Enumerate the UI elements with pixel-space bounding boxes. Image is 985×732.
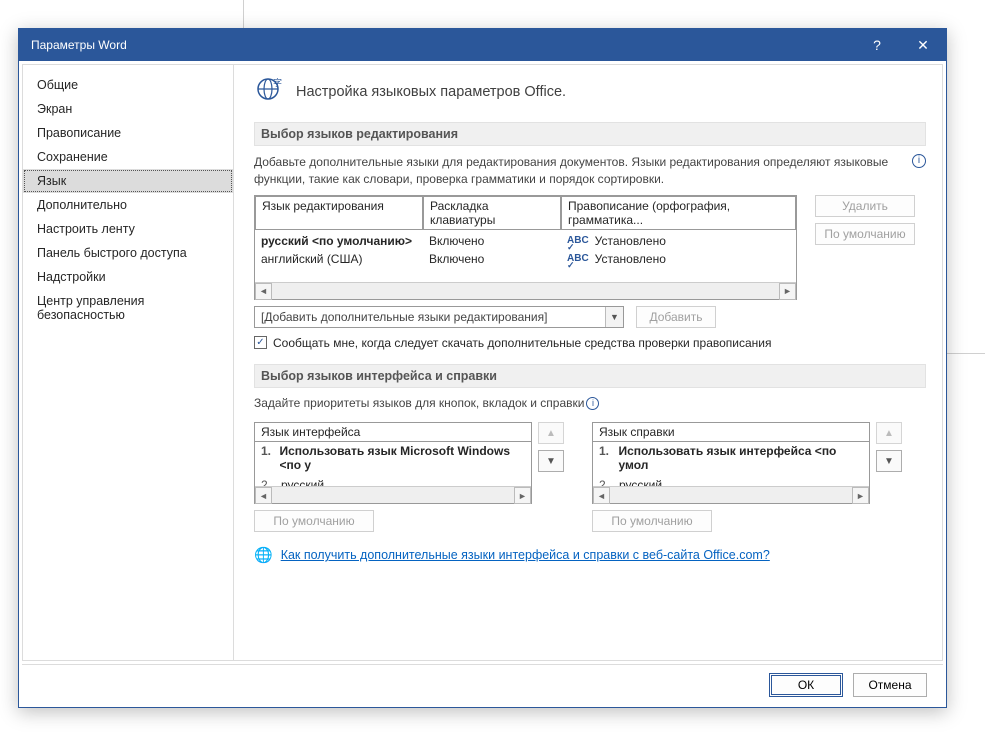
sidebar-item-display[interactable]: Экран: [23, 97, 233, 121]
move-up-button[interactable]: ▲: [876, 422, 902, 444]
section-ui-desc: Задайте приоритеты языков для кнопок, вк…: [254, 396, 926, 410]
ok-button[interactable]: ОК: [769, 673, 843, 697]
table-scrollbar[interactable]: ◄ ►: [255, 282, 796, 299]
checkbox-checked-icon[interactable]: ✓: [254, 336, 267, 349]
move-down-button[interactable]: ▼: [538, 450, 564, 472]
table-row[interactable]: английский (США) Включено ABCУстановлено: [255, 248, 796, 266]
sidebar-item-qat[interactable]: Панель быстрого доступа: [23, 241, 233, 265]
word-options-dialog: Параметры Word ? ✕ Общие Экран Правописа…: [18, 28, 947, 708]
delete-language-button[interactable]: Удалить: [815, 195, 915, 217]
table-header-keyboard: Раскладка клавиатуры: [423, 196, 561, 230]
close-button[interactable]: ✕: [900, 29, 946, 61]
scroll-right-icon[interactable]: ►: [514, 487, 531, 504]
scroll-left-icon[interactable]: ◄: [255, 487, 272, 504]
add-language-dropdown[interactable]: [Добавить дополнительные языки редактиро…: [254, 306, 624, 328]
category-sidebar: Общие Экран Правописание Сохранение Язык…: [23, 65, 234, 660]
sidebar-item-save[interactable]: Сохранение: [23, 145, 233, 169]
checkbox-label: Сообщать мне, когда следует скачать допо…: [273, 336, 772, 350]
move-up-button[interactable]: ▲: [538, 422, 564, 444]
list-item[interactable]: 1.Использовать язык Microsoft Windows <п…: [255, 441, 531, 475]
sidebar-item-language[interactable]: Язык: [23, 169, 233, 193]
cancel-button[interactable]: Отмена: [853, 673, 927, 697]
scroll-left-icon[interactable]: ◄: [255, 283, 272, 300]
chevron-down-icon[interactable]: ▼: [605, 307, 623, 327]
table-header-lang: Язык редактирования: [255, 196, 423, 230]
help-language-listbox[interactable]: Язык справки 1.Использовать язык интерфе…: [592, 422, 870, 504]
set-default-button[interactable]: По умолчанию: [815, 223, 915, 245]
ui-default-button[interactable]: По умолчанию: [254, 510, 374, 532]
table-row[interactable]: русский <по умолчанию> Включено ABCУстан…: [255, 230, 796, 248]
table-header-proofing: Правописание (орфография, грамматика...: [561, 196, 796, 230]
svg-text:字: 字: [273, 77, 282, 88]
info-icon[interactable]: i: [912, 154, 926, 168]
ui-language-listbox[interactable]: Язык интерфейса 1.Использовать язык Micr…: [254, 422, 532, 504]
sidebar-item-advanced[interactable]: Дополнительно: [23, 193, 233, 217]
window-title: Параметры Word: [31, 38, 127, 52]
globe-icon: 🌐: [254, 546, 273, 564]
spellcheck-icon: ABC: [567, 235, 589, 246]
section-editing-desc: Добавьте дополнительные языки для редакт…: [254, 154, 926, 189]
list-item[interactable]: 1.Использовать язык интерфейса <по умол: [593, 441, 869, 475]
move-down-button[interactable]: ▼: [876, 450, 902, 472]
notify-download-checkbox-row[interactable]: ✓ Сообщать мне, когда следует скачать до…: [254, 336, 926, 350]
help-default-button[interactable]: По умолчанию: [592, 510, 712, 532]
get-more-languages-link[interactable]: Как получить дополнительные языки интерф…: [281, 548, 770, 562]
editing-languages-table[interactable]: Язык редактирования Раскладка клавиатуры…: [254, 195, 797, 300]
listbox-scrollbar[interactable]: ◄ ►: [255, 486, 531, 503]
section-ui-title: Выбор языков интерфейса и справки: [254, 364, 926, 388]
info-icon[interactable]: i: [586, 397, 599, 410]
sidebar-item-general[interactable]: Общие: [23, 73, 233, 97]
scroll-right-icon[interactable]: ►: [852, 487, 869, 504]
sidebar-item-proofing[interactable]: Правописание: [23, 121, 233, 145]
listbox-scrollbar[interactable]: ◄ ►: [593, 486, 869, 503]
scroll-right-icon[interactable]: ►: [779, 283, 796, 300]
page-title: Настройка языковых параметров Office.: [296, 84, 566, 100]
section-editing-title: Выбор языков редактирования: [254, 122, 926, 146]
add-language-button[interactable]: Добавить: [636, 306, 716, 328]
spellcheck-icon: ABC: [567, 253, 589, 264]
sidebar-item-ribbon[interactable]: Настроить ленту: [23, 217, 233, 241]
sidebar-item-trustcenter[interactable]: Центр управления безопасностью: [23, 289, 233, 327]
titlebar: Параметры Word ? ✕: [19, 29, 946, 61]
language-globe-icon: 字: [254, 75, 284, 108]
sidebar-item-addins[interactable]: Надстройки: [23, 265, 233, 289]
help-button[interactable]: ?: [854, 29, 900, 61]
scroll-left-icon[interactable]: ◄: [593, 487, 610, 504]
